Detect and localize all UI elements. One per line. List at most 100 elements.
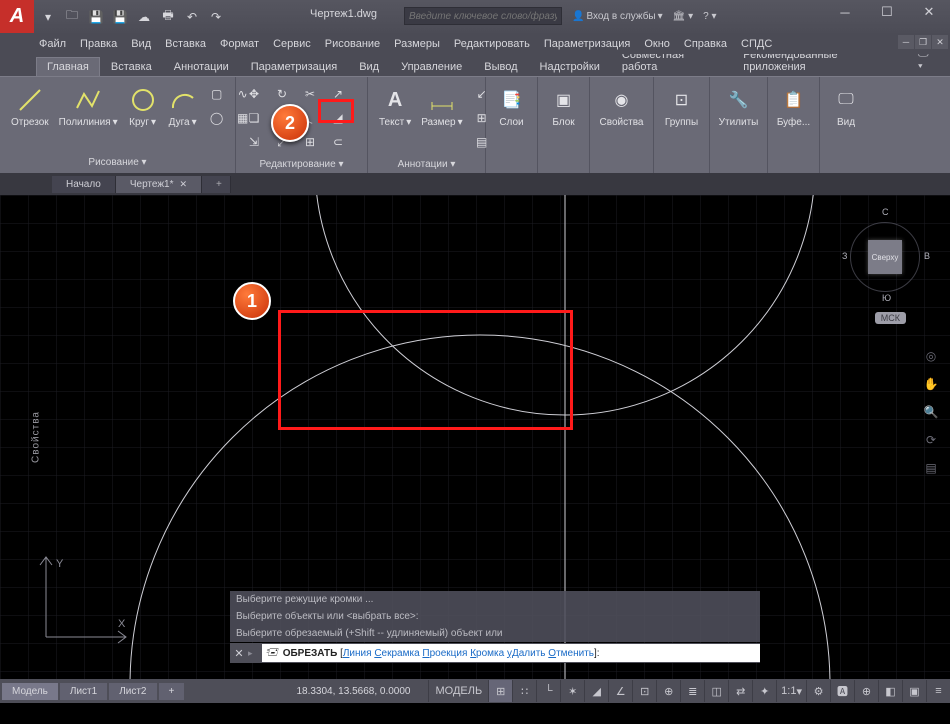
file-tab-start[interactable]: Начало [52, 176, 116, 193]
qat-undo-icon[interactable]: ↶ [182, 7, 202, 27]
tool-block[interactable]: ▣Блок [546, 83, 582, 130]
search-input[interactable] [404, 7, 562, 25]
tool-dimension[interactable]: Размер ▾ [418, 83, 465, 130]
tool-rotate-icon[interactable]: ↻ [270, 83, 294, 105]
viewcube-west[interactable]: З [842, 251, 847, 261]
status-transp-icon[interactable]: ◫ [704, 680, 728, 702]
maximize-button[interactable]: ☐ [866, 0, 908, 24]
doc-close-button[interactable]: ✕ [932, 35, 948, 49]
tool-ellipse-icon[interactable]: ◯ [205, 107, 229, 129]
nav-zoom-icon[interactable]: 🔍 [920, 401, 942, 423]
exchange-icon[interactable]: 🏛 ▾ [669, 5, 698, 27]
tool-rectangle-icon[interactable]: ▢ [205, 83, 229, 105]
tool-utilities[interactable]: 🔧Утилиты [716, 83, 762, 130]
tool-polyline[interactable]: Полилиния ▾ [56, 83, 121, 130]
layout-tab-sheet1[interactable]: Лист1 [60, 683, 107, 700]
viewcube-east[interactable]: В [924, 251, 930, 261]
tool-offset-icon[interactable]: ⊂ [326, 131, 350, 153]
qat-save-icon[interactable]: 💾 [86, 7, 106, 27]
cmd-close-icon[interactable]: ✕ [230, 647, 248, 660]
file-tab-drawing[interactable]: Чертеж1*✕ [116, 176, 202, 193]
ribbon-tab-manage[interactable]: Управление [390, 57, 473, 76]
layout-tab-sheet2[interactable]: Лист2 [109, 683, 156, 700]
menu-edit[interactable]: Правка [73, 36, 124, 52]
layout-tab-model[interactable]: Модель [2, 683, 58, 700]
status-custom-icon[interactable]: ≡ [926, 680, 950, 702]
properties-palette-tab[interactable]: Свойства [30, 411, 41, 463]
status-3dosnap-icon[interactable]: ✦ [752, 680, 776, 702]
menu-draw[interactable]: Рисование [318, 36, 387, 52]
menu-window[interactable]: Окно [637, 36, 677, 52]
file-tab-add[interactable]: + [202, 176, 231, 193]
tab-close-icon[interactable]: ✕ [179, 179, 187, 190]
command-input[interactable]: 🖅 ОБРЕЗАТЬ [Линия Секрамка Проекция Кром… [262, 644, 760, 662]
qat-redo-icon[interactable]: ↷ [206, 7, 226, 27]
viewcube[interactable]: Сверху С Ю В З [840, 207, 930, 307]
ribbon-tab-insert[interactable]: Вставка [100, 57, 163, 76]
tool-arc[interactable]: Дуга ▾ [165, 83, 201, 130]
tool-trim-icon[interactable]: ✂ [298, 83, 322, 105]
status-mode[interactable]: МОДЕЛЬ [428, 680, 488, 702]
ribbon-tab-addins[interactable]: Надстройки [529, 57, 611, 76]
menu-modify[interactable]: Редактировать [447, 36, 537, 52]
cmd-grip-icon[interactable]: ▸ [248, 648, 262, 659]
ribbon-tab-view[interactable]: Вид [348, 57, 390, 76]
viewcube-south[interactable]: Ю [882, 293, 891, 303]
viewcube-top-face[interactable]: Сверху [868, 240, 902, 274]
status-grid-icon[interactable]: ⊞ [488, 680, 512, 702]
status-clean-icon[interactable]: ▣ [902, 680, 926, 702]
ribbon-tab-annotate[interactable]: Аннотации [163, 57, 240, 76]
layout-tab-add[interactable]: + [159, 683, 185, 700]
tool-chamfer-icon[interactable]: ◢ [326, 107, 350, 129]
status-scale[interactable]: 1:1 ▾ [776, 680, 806, 702]
qat-open-icon[interactable]: 🗀 [62, 7, 82, 27]
ribbon-tab-output[interactable]: Вывод [473, 57, 528, 76]
tool-text[interactable]: AТекст ▾ [376, 83, 414, 130]
menu-parametric[interactable]: Параметризация [537, 36, 637, 52]
tool-groups[interactable]: ⊡Группы [662, 83, 701, 130]
nav-orbit-icon[interactable]: ⟳ [920, 429, 942, 451]
tool-properties[interactable]: ◉Свойства [597, 83, 647, 130]
tool-copy-icon[interactable]: ❏ [242, 107, 266, 129]
tool-clipboard[interactable]: 📋Буфе... [774, 83, 813, 130]
tool-view[interactable]: 🖵Вид [828, 83, 864, 130]
menu-spds[interactable]: СПДС [734, 36, 779, 52]
nav-showmotion-icon[interactable]: ▤ [920, 457, 942, 479]
panel-title-draw[interactable]: Рисование ▾ [2, 153, 233, 171]
status-polar-icon[interactable]: ✶ [560, 680, 584, 702]
app-logo[interactable]: A [0, 0, 34, 33]
menu-insert[interactable]: Вставка [158, 36, 213, 52]
drawing-canvas[interactable]: Свойства Сверху С Ю В З МСК ◎ ✋ 🔍 ⟳ ▤ Y … [0, 195, 950, 679]
tool-line[interactable]: Отрезок [8, 83, 52, 130]
status-gear-icon[interactable]: ⚙ [806, 680, 830, 702]
ribbon-tab-parametric[interactable]: Параметризация [240, 57, 348, 76]
status-iso-icon[interactable]: ◢ [584, 680, 608, 702]
status-ortho-icon[interactable]: └ [536, 680, 560, 702]
doc-restore-button[interactable]: ❐ [915, 35, 931, 49]
status-ws-icon[interactable]: ⊕ [854, 680, 878, 702]
menu-tools[interactable]: Сервис [266, 36, 318, 52]
tool-circle[interactable]: Круг ▾ [125, 83, 161, 130]
status-osnap-icon[interactable]: ∠ [608, 680, 632, 702]
menu-file[interactable]: Файл [32, 36, 73, 52]
status-monitor-icon[interactable]: ◧ [878, 680, 902, 702]
tool-extend-icon[interactable]: ↗ [326, 83, 350, 105]
qat-print-icon[interactable]: 🖶 [158, 7, 178, 27]
status-otrack-icon[interactable]: ⊡ [632, 680, 656, 702]
close-button[interactable]: ✕ [908, 0, 950, 24]
qat-new-icon[interactable]: ▾ [38, 7, 58, 27]
status-cycle-icon[interactable]: ⇄ [728, 680, 752, 702]
coordinate-system-badge[interactable]: МСК [875, 312, 906, 324]
viewcube-north[interactable]: С [882, 207, 889, 217]
menu-help[interactable]: Справка [677, 36, 734, 52]
qat-cloud-icon[interactable]: ☁ [134, 7, 154, 27]
doc-minimize-button[interactable]: ─ [898, 35, 914, 49]
tool-stretch-icon[interactable]: ⇲ [242, 131, 266, 153]
tool-move-icon[interactable]: ✥ [242, 83, 266, 105]
menu-format[interactable]: Формат [213, 36, 266, 52]
minimize-button[interactable]: ─ [824, 0, 866, 24]
status-dyn-icon[interactable]: ⊕ [656, 680, 680, 702]
qat-saveas-icon[interactable]: 💾 [110, 7, 130, 27]
tool-layers[interactable]: 📑Слои [494, 83, 530, 130]
menu-view[interactable]: Вид [124, 36, 158, 52]
